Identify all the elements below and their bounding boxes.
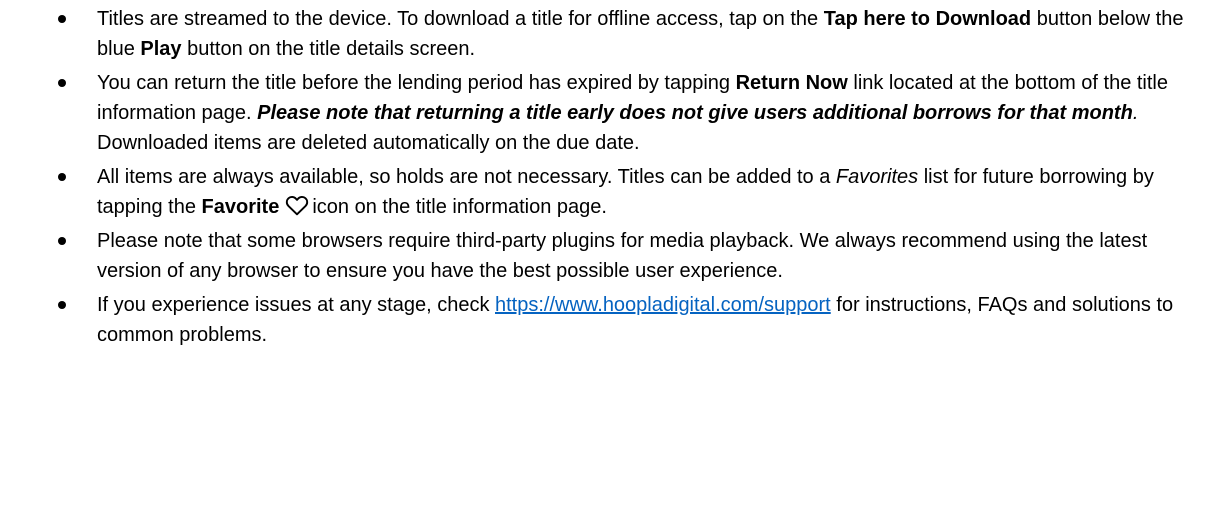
heart-outline-icon: [285, 194, 309, 216]
bold-text-tap-here-to-download: Tap here to Download: [823, 8, 1032, 30]
bold-text-play: Play: [140, 38, 182, 60]
list-item-favorites: All items are always available, so holds…: [58, 162, 1199, 222]
text-run: Please note that some browsers require t…: [97, 230, 1148, 282]
text-run: You can return the title before the lend…: [97, 72, 736, 94]
list-item-download: Titles are streamed to the device. To do…: [58, 4, 1199, 64]
italic-period: .: [1132, 102, 1139, 124]
text-run: icon on the title information page.: [312, 196, 607, 218]
bold-text-favorite: Favorite: [201, 196, 280, 218]
text-run: All items are always available, so holds…: [97, 166, 836, 188]
bullet-marker: [58, 173, 66, 181]
list-item-browsers: Please note that some browsers require t…: [58, 226, 1199, 286]
text-run: button on the title details screen.: [181, 38, 476, 60]
bullet-list: Titles are streamed to the device. To do…: [58, 4, 1199, 350]
bullet-marker: [58, 79, 66, 87]
text-run: If you experience issues at any stage, c…: [97, 294, 495, 316]
bullet-marker: [58, 301, 66, 309]
bullet-marker: [58, 15, 66, 23]
text-run: Titles are streamed to the device. To do…: [97, 8, 824, 30]
italic-text-favorites: Favorites: [835, 166, 919, 188]
list-item-support: If you experience issues at any stage, c…: [58, 290, 1199, 350]
bold-italic-note: Please note that returning a title early…: [257, 102, 1133, 124]
text-run: Downloaded items are deleted automatical…: [97, 132, 640, 154]
document-body: Titles are streamed to the device. To do…: [0, 0, 1219, 350]
support-link[interactable]: https://www.hoopladigital.com/support: [495, 294, 831, 316]
bold-text-return-now: Return Now: [735, 72, 848, 94]
bullet-marker: [58, 237, 66, 245]
list-item-return: You can return the title before the lend…: [58, 68, 1199, 158]
